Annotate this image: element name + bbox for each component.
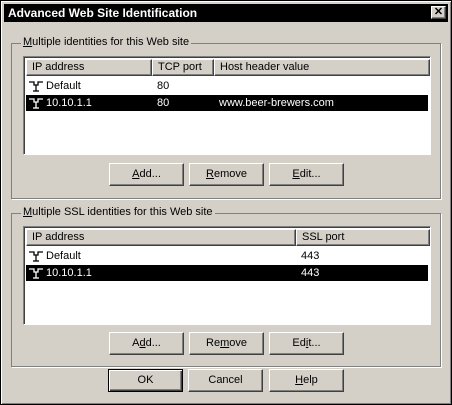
identities-list-header: IP address TCP port Host header value	[26, 59, 430, 76]
network-adapter-icon	[29, 268, 43, 279]
ssl-row-10-10-1-1[interactable]: 10.10.1.1 443	[26, 265, 428, 281]
identity-host-cell: www.beer-brewers.com	[219, 97, 334, 109]
ok-button[interactable]: OK	[108, 369, 183, 392]
identities-list[interactable]: IP address TCP port Host header value De…	[23, 56, 431, 155]
identity-row-10-10-1-1[interactable]: 10.10.1.1 80 www.beer-brewers.com	[26, 95, 428, 111]
column-header-tcp-port[interactable]: TCP port	[152, 59, 214, 76]
column-header-ip-address[interactable]: IP address	[26, 59, 152, 76]
advanced-web-site-identification-dialog: Advanced Web Site Identification ✕ Multi…	[0, 0, 452, 405]
network-adapter-icon	[29, 251, 43, 262]
identity-port-cell: 80	[157, 80, 170, 92]
identity-ip-cell: 10.10.1.1	[46, 97, 92, 109]
network-adapter-icon	[29, 98, 43, 109]
close-button[interactable]: ✕	[431, 6, 446, 19]
ssl-list-header: IP address SSL port	[26, 229, 430, 246]
ssl-edit-button[interactable]: Edit...	[269, 332, 344, 355]
cancel-button[interactable]: Cancel	[188, 369, 263, 392]
ssl-identities-group-label: Multiple SSL identities for this Web sit…	[21, 206, 215, 218]
identity-port-cell: 80	[157, 97, 170, 109]
identities-group-label: Multiple identities for this Web site	[21, 36, 192, 48]
network-adapter-icon	[29, 81, 43, 92]
identity-ip-cell: Default	[46, 80, 81, 92]
dialog-title: Advanced Web Site Identification	[8, 6, 198, 20]
column-header-host-header-value[interactable]: Host header value	[214, 59, 430, 76]
identity-row-default[interactable]: Default 80	[26, 78, 428, 94]
column-header-ip-address[interactable]: IP address	[26, 229, 296, 246]
ssl-port-cell: 443	[301, 267, 320, 279]
ssl-remove-button[interactable]: Remove	[189, 332, 264, 355]
ssl-add-button[interactable]: Add...	[109, 332, 184, 355]
column-header-ssl-port[interactable]: SSL port	[296, 229, 430, 246]
identities-add-button[interactable]: Add...	[109, 163, 184, 186]
identities-edit-button[interactable]: Edit...	[269, 163, 344, 186]
ssl-ip-cell: 10.10.1.1	[46, 267, 92, 279]
ssl-identities-list[interactable]: IP address SSL port Default 443 10.10.1.…	[23, 226, 431, 325]
ssl-port-cell: 443	[301, 250, 320, 262]
help-button[interactable]: Help	[269, 369, 344, 392]
identities-remove-button[interactable]: Remove	[189, 163, 264, 186]
ssl-ip-cell: Default	[46, 250, 81, 262]
title-bar: Advanced Web Site Identification ✕	[4, 4, 448, 22]
close-icon: ✕	[433, 6, 444, 18]
ssl-row-default[interactable]: Default 443	[26, 248, 428, 264]
